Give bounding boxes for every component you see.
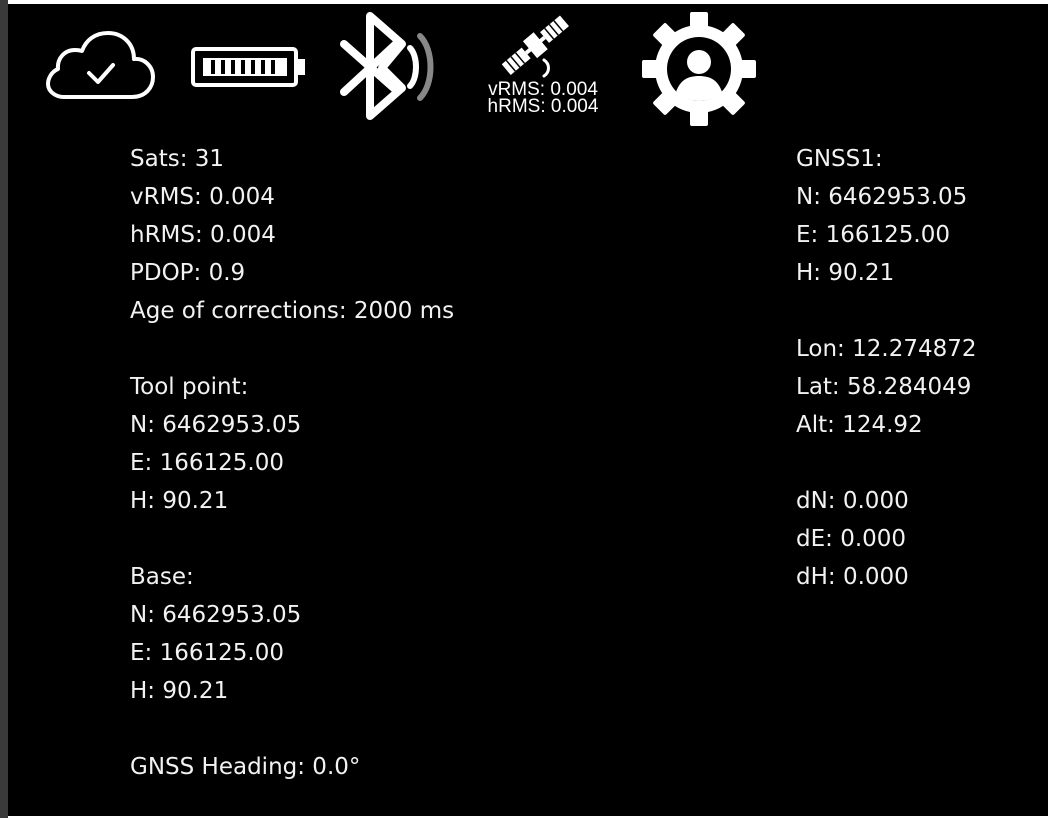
tool-point-northing: N: 6462953.05 — [130, 412, 302, 438]
latitude-value: Lat: 58.284049 — [796, 374, 972, 400]
tool-point-height: H: 90.21 — [130, 488, 229, 514]
battery-full-icon[interactable] — [191, 46, 309, 88]
delta-northing: dN: 0.000 — [796, 488, 909, 514]
satellite-hrms-text: hRMS: 0.004 — [487, 96, 599, 117]
gnss1-height: H: 90.21 — [796, 260, 895, 286]
age-of-corrections: Age of corrections: 2000 ms — [130, 298, 455, 324]
delta-easting: dE: 0.000 — [796, 526, 907, 552]
window-frame-edge — [0, 0, 8, 818]
gnss-heading: GNSS Heading: 0.0° — [130, 754, 361, 780]
status-bar: vRMS: 0.004 hRMS: 0.004 — [8, 4, 1048, 139]
altitude-value: Alt: 124.92 — [796, 412, 923, 438]
longitude-value: Lon: 12.274872 — [796, 336, 977, 362]
satellite-rms-readout: vRMS: 0.004 hRMS: 0.004 — [468, 80, 618, 117]
gnss1-easting: E: 166125.00 — [796, 222, 950, 248]
bluetooth-connected-icon[interactable] — [340, 12, 440, 120]
satellite-icon[interactable] — [496, 8, 576, 84]
cloud-check-icon[interactable] — [46, 29, 156, 101]
delta-height: dH: 0.000 — [796, 564, 909, 590]
pdop-value: PDOP: 0.9 — [130, 260, 246, 286]
base-height: H: 90.21 — [130, 678, 229, 704]
gnss1-northing: N: 6462953.05 — [796, 184, 968, 210]
base-easting: E: 166125.00 — [130, 640, 284, 666]
hrms-value: hRMS: 0.004 — [130, 222, 276, 248]
base-label: Base: — [130, 564, 194, 590]
settings-gear-user-icon[interactable] — [640, 10, 758, 128]
base-northing: N: 6462953.05 — [130, 602, 302, 628]
gnss-status-screen: vRMS: 0.004 hRMS: 0.004 Sats: 31 vRMS: 0… — [8, 4, 1048, 816]
gnss1-label: GNSS1: — [796, 146, 883, 172]
sats-count: Sats: 31 — [130, 146, 225, 172]
vrms-value: vRMS: 0.004 — [130, 184, 275, 210]
tool-point-label: Tool point: — [130, 374, 249, 400]
tool-point-easting: E: 166125.00 — [130, 450, 284, 476]
